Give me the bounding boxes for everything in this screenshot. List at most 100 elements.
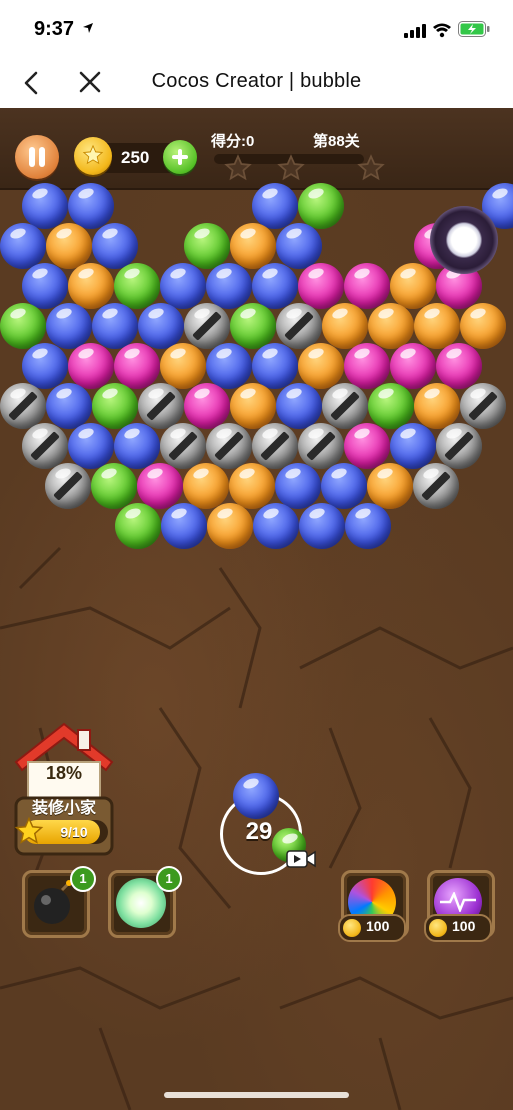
status-bar: 9:37 [0,0,513,58]
pink-bubble [137,463,183,509]
pink-bubble [344,343,390,389]
status-time: 9:37 [34,18,75,40]
game-canvas[interactable]: 250 得分:0 第88关 18% 装修小家 9/10 29 1 1 100 1… [0,108,513,1110]
green-bubble [115,503,161,549]
pause-button[interactable] [15,135,59,179]
metal-bubble [460,383,506,429]
blue-bubble [299,503,345,549]
blue-bubble [46,303,92,349]
progress-star-icon [224,154,252,181]
green-bubble [184,223,230,269]
score-label: 得分:0 [211,133,255,150]
orange-bubble [183,463,229,509]
level-label: 第88关 [313,133,360,150]
orange-bubble [207,503,253,549]
metal-bubble [436,423,482,469]
metal-bubble [45,463,91,509]
cellular-signal-icon [404,24,426,38]
blue-bubble [22,343,68,389]
orange-bubble [368,303,414,349]
light-ball-count-badge: 1 [156,866,182,892]
add-coins-button[interactable] [163,140,197,174]
pink-bubble [298,263,344,309]
metal-bubble [22,423,68,469]
pink-bubble [114,343,160,389]
blue-bubble [92,303,138,349]
green-bubble [91,463,137,509]
metal-bubble [160,423,206,469]
blue-bubble [252,183,298,229]
blue-bubble [321,463,367,509]
house-progress-text: 9/10 [60,824,88,840]
orange-bubble [230,223,276,269]
metal-bubble [252,423,298,469]
orange-bubble [390,263,436,309]
green-bubble [230,303,276,349]
metal-bubble [298,423,344,469]
rainbow-price: 100 [366,918,390,934]
blue-bubble [390,423,436,469]
orange-bubble [414,383,460,429]
pink-bubble [344,423,390,469]
orange-bubble [322,303,368,349]
metal-bubble [184,303,230,349]
nav-bar: Cocos Creator | bubble [0,58,513,108]
orange-bubble [367,463,413,509]
blue-bubble [22,263,68,309]
green-bubble [298,183,344,229]
location-arrow-icon [83,23,93,33]
blue-bubble [68,183,114,229]
orange-bubble [68,263,114,309]
metal-bubble [276,303,322,349]
blue-bubble [253,503,299,549]
home-indicator [164,1092,349,1098]
coin-count: 250 [121,148,150,167]
blue-bubble [252,263,298,309]
blue-bubble [161,503,207,549]
house-percent: 18% [45,763,83,783]
spotlight-ring-icon [430,206,498,274]
orange-bubble [230,383,276,429]
blue-bubble [46,383,92,429]
blue-bubble [138,303,184,349]
blue-bubble [345,503,391,549]
green-bubble [114,263,160,309]
blue-bubble [114,423,160,469]
pink-bubble [390,343,436,389]
coin-icon [429,919,447,937]
current-bubble[interactable] [233,773,279,819]
coin-icon [343,919,361,937]
orange-bubble [460,303,506,349]
progress-star-icon [357,154,385,181]
blue-bubble [275,463,321,509]
pink-bubble [184,383,230,429]
lightning-icon [440,892,476,912]
star-icon [14,816,44,844]
pink-bubble [344,263,390,309]
blue-bubble [68,423,114,469]
lightning-price: 100 [452,918,476,934]
blue-bubble [22,183,68,229]
metal-bubble [206,423,252,469]
blue-bubble [0,223,46,269]
blue-bubble [252,343,298,389]
blue-bubble [276,383,322,429]
orange-bubble [298,343,344,389]
orange-bubble [414,303,460,349]
green-bubble [92,383,138,429]
blue-bubble [92,223,138,269]
coin-star-icon [82,144,104,165]
metal-bubble [0,383,46,429]
page-title: Cocos Creator | bubble [151,70,362,92]
video-camera-icon[interactable] [286,849,316,869]
top-hud: 250 得分:0 第88关 [0,108,513,190]
green-bubble [368,383,414,429]
blue-bubble [206,263,252,309]
metal-bubble [138,383,184,429]
metal-bubble [322,383,368,429]
wifi-icon [433,23,451,38]
green-bubble [0,303,46,349]
pink-bubble [68,343,114,389]
metal-bubble [413,463,459,509]
blue-bubble [276,223,322,269]
